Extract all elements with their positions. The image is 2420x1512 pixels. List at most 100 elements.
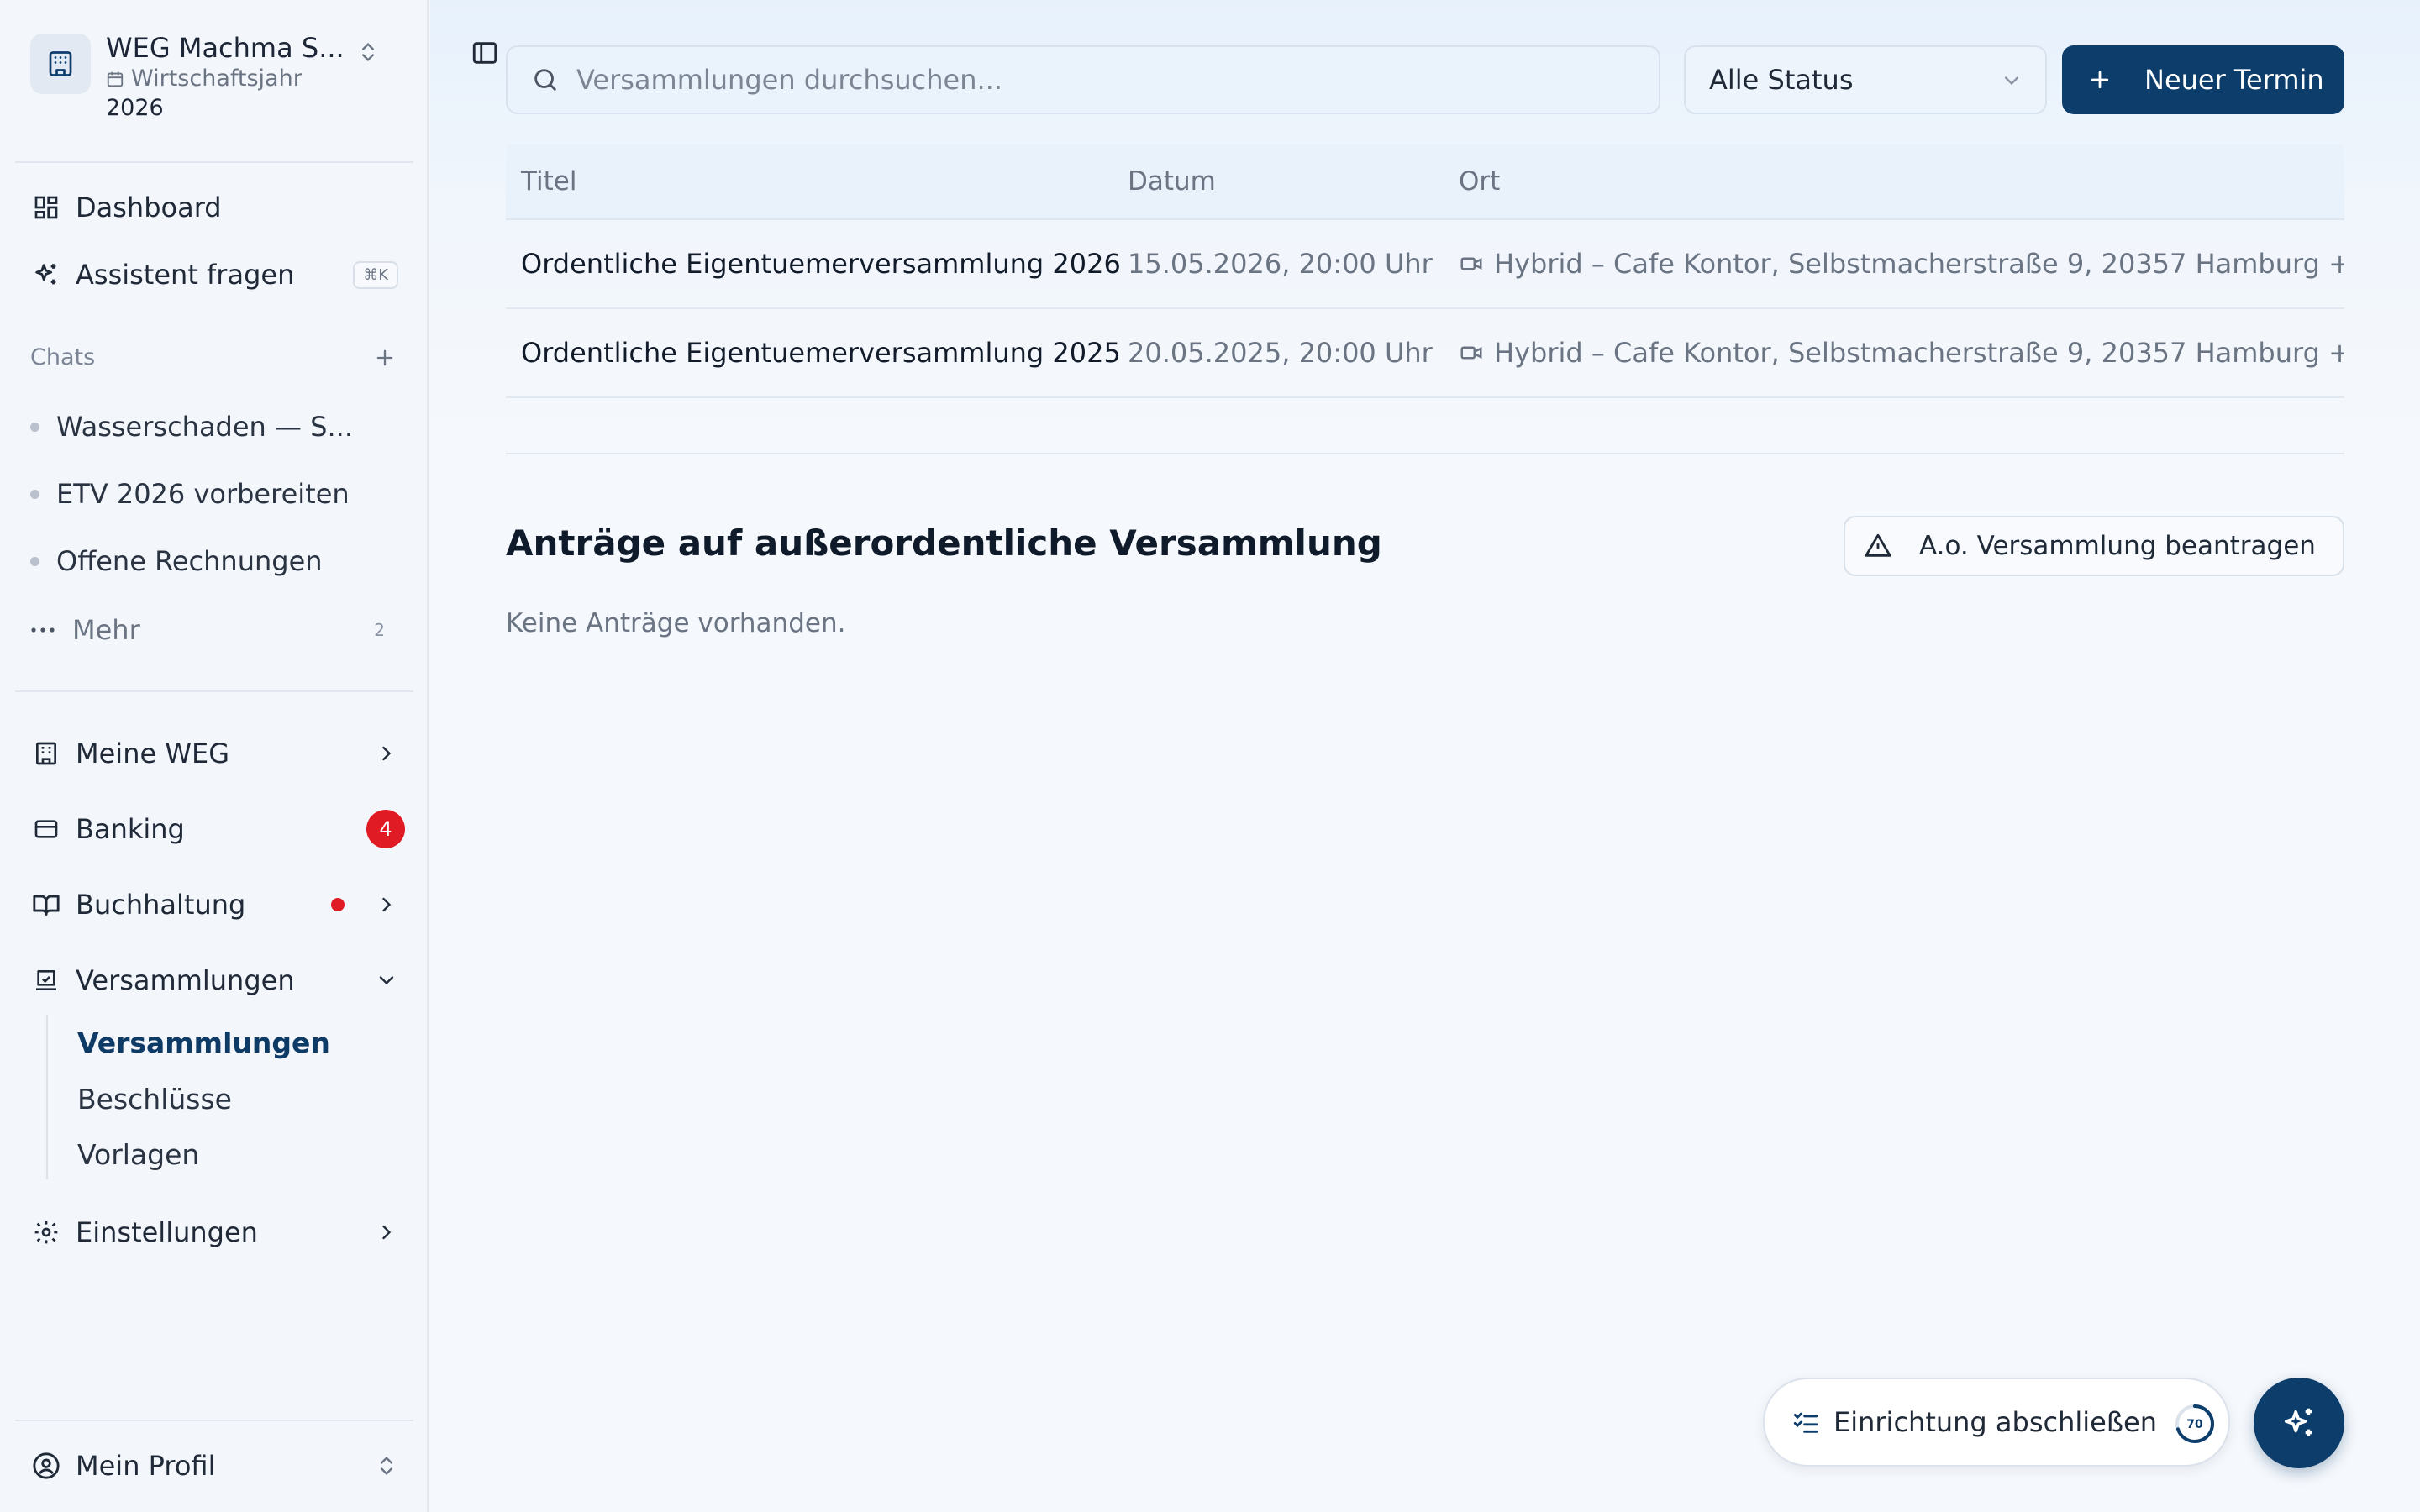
table-row[interactable]: Ordentliche Eigentuemerversammlung 2025 …	[506, 309, 2344, 398]
column-header-title[interactable]: Titel	[506, 166, 1128, 197]
search-input[interactable]	[576, 64, 1585, 96]
building-icon	[30, 738, 62, 769]
nav-assistant-label: Assistent fragen	[76, 259, 295, 291]
column-header-date[interactable]: Datum	[1128, 166, 1459, 197]
dashboard-icon	[30, 192, 62, 223]
nav-dashboard-label: Dashboard	[76, 192, 222, 223]
search-icon	[531, 66, 560, 94]
request-extraordinary-meeting-button[interactable]: A.o. Versammlung beantragen	[1844, 516, 2344, 576]
chat-dot	[30, 556, 39, 566]
row-date: 20.05.2025, 20:00 Uhr	[1128, 337, 1433, 369]
row-location: Hybrid – Cafe Kontor, Selbstmacherstraße…	[1494, 337, 2344, 369]
chat-item-label: ETV 2026 vorbereiten	[56, 478, 350, 510]
status-filter-value: Alle Status	[1709, 64, 1854, 96]
calendar-icon	[107, 71, 124, 87]
fiscal-year-label: Wirtschaftsjahr	[131, 66, 302, 92]
checklist-icon	[1793, 1412, 1818, 1433]
chat-item-label: Offene Rechnungen	[56, 545, 323, 577]
sparkles-icon	[30, 259, 62, 291]
sidebar-divider	[15, 161, 413, 163]
ai-assistant-button[interactable]	[2254, 1378, 2344, 1468]
book-icon	[30, 889, 62, 921]
chats-more[interactable]: Mehr 2	[30, 605, 400, 655]
table-row[interactable]: Ordentliche Eigentuemerversammlung 2026 …	[506, 220, 2344, 309]
setup-progress-button[interactable]: Einrichtung abschließen 70	[1763, 1378, 2230, 1467]
section-divider	[506, 453, 2344, 454]
subnav-versammlungen[interactable]: Versammlungen	[77, 1026, 330, 1059]
column-header-location[interactable]: Ort	[1459, 166, 2344, 197]
plus-icon	[2091, 71, 2109, 89]
sidebar-toggle-icon[interactable]	[471, 39, 499, 67]
nav-versammlungen-label: Versammlungen	[76, 964, 295, 996]
notification-dot	[331, 898, 345, 911]
sparkles-icon	[2284, 1408, 2312, 1436]
requests-empty-state: Keine Anträge vorhanden.	[506, 608, 846, 638]
chevron-down-icon	[375, 969, 398, 992]
chevron-right-icon	[375, 893, 398, 916]
row-date: 15.05.2026, 20:00 Uhr	[1128, 248, 1433, 280]
chat-item[interactable]: ETV 2026 vorbereiten	[30, 469, 400, 519]
building-icon	[30, 34, 91, 94]
row-title: Ordentliche Eigentuemerversammlung 2026	[521, 248, 1121, 280]
chat-item[interactable]: Wasserschaden — S...	[30, 402, 400, 452]
chat-dot	[30, 422, 39, 432]
credit-card-icon	[30, 813, 62, 845]
setup-progress-value: 70	[2186, 1418, 2203, 1431]
nav-meine-weg[interactable]: Meine WEG	[15, 724, 413, 783]
gear-icon	[30, 1216, 62, 1248]
new-appointment-button[interactable]: Neuer Termin	[2062, 45, 2344, 114]
profile-menu[interactable]: Mein Profil	[15, 1436, 413, 1495]
video-icon	[1460, 346, 1482, 360]
chevron-right-icon	[375, 1221, 398, 1244]
sidebar-divider	[15, 690, 413, 692]
chats-heading: Chats	[30, 344, 96, 370]
status-filter-select[interactable]: Alle Status	[1684, 45, 2047, 114]
submenu-line	[46, 1015, 48, 1179]
chat-item-label: Wasserschaden — S...	[56, 411, 353, 443]
fiscal-year-value: 2026	[106, 95, 164, 121]
sidebar-divider	[15, 1420, 413, 1421]
nav-dashboard[interactable]: Dashboard	[15, 178, 413, 237]
chat-item[interactable]: Offene Rechnungen	[30, 536, 400, 586]
chevron-down-icon	[2000, 69, 2023, 92]
new-chat-plus-icon[interactable]	[373, 346, 397, 370]
chevrons-up-down-icon	[356, 40, 380, 64]
more-dots-icon	[30, 626, 55, 634]
new-appointment-label: Neuer Termin	[2144, 64, 2324, 96]
nav-versammlungen[interactable]: Versammlungen	[15, 951, 413, 1010]
warning-triangle-icon	[1865, 533, 1891, 557]
nav-assistant[interactable]: Assistent fragen ⌘K	[15, 245, 413, 304]
podium-icon	[30, 964, 62, 996]
workspace-name: WEG Machma S...	[106, 32, 345, 64]
requests-heading: Anträge auf außerordentliche Versammlung	[506, 522, 1382, 564]
nav-banking-label: Banking	[76, 813, 185, 845]
nav-einstellungen[interactable]: Einstellungen	[15, 1203, 413, 1262]
search-field[interactable]	[506, 45, 1660, 114]
nav-buchhaltung-label: Buchhaltung	[76, 889, 246, 921]
chat-dot	[30, 489, 39, 499]
chevrons-up-down-icon	[375, 1454, 398, 1478]
profile-label: Mein Profil	[76, 1450, 216, 1482]
row-location: Hybrid – Cafe Kontor, Selbstmacherstraße…	[1494, 248, 2344, 280]
shortcut-badge: ⌘K	[353, 260, 398, 289]
nav-banking[interactable]: Banking 4	[15, 800, 413, 858]
nav-buchhaltung[interactable]: Buchhaltung	[15, 875, 413, 934]
meetings-table: Titel Datum Ort Ordentliche Eigentuemerv…	[506, 144, 2344, 398]
chevron-right-icon	[375, 742, 398, 765]
main-content: Alle Status Neuer Termin Titel Datum Ort…	[430, 0, 2420, 1512]
nav-einstellungen-label: Einstellungen	[76, 1216, 258, 1248]
sidebar: WEG Machma S... Wirtschaftsjahr 2026 Das…	[0, 0, 429, 1512]
subnav-beschluesse[interactable]: Beschlüsse	[77, 1083, 232, 1116]
row-title: Ordentliche Eigentuemerversammlung 2025	[521, 337, 1121, 369]
setup-label: Einrichtung abschließen	[1833, 1406, 2157, 1438]
banking-count-badge: 4	[366, 810, 405, 848]
user-circle-icon	[30, 1450, 62, 1482]
setup-progress-ring: 70	[2173, 1402, 2217, 1446]
workspace-switcher[interactable]: WEG Machma S... Wirtschaftsjahr 2026	[30, 32, 400, 129]
table-header: Titel Datum Ort	[506, 144, 2344, 220]
subnav-vorlagen[interactable]: Vorlagen	[77, 1138, 199, 1171]
nav-meine-weg-label: Meine WEG	[76, 738, 229, 769]
chats-more-count: 2	[374, 620, 385, 640]
video-icon	[1460, 257, 1482, 270]
chats-more-label: Mehr	[72, 614, 140, 646]
